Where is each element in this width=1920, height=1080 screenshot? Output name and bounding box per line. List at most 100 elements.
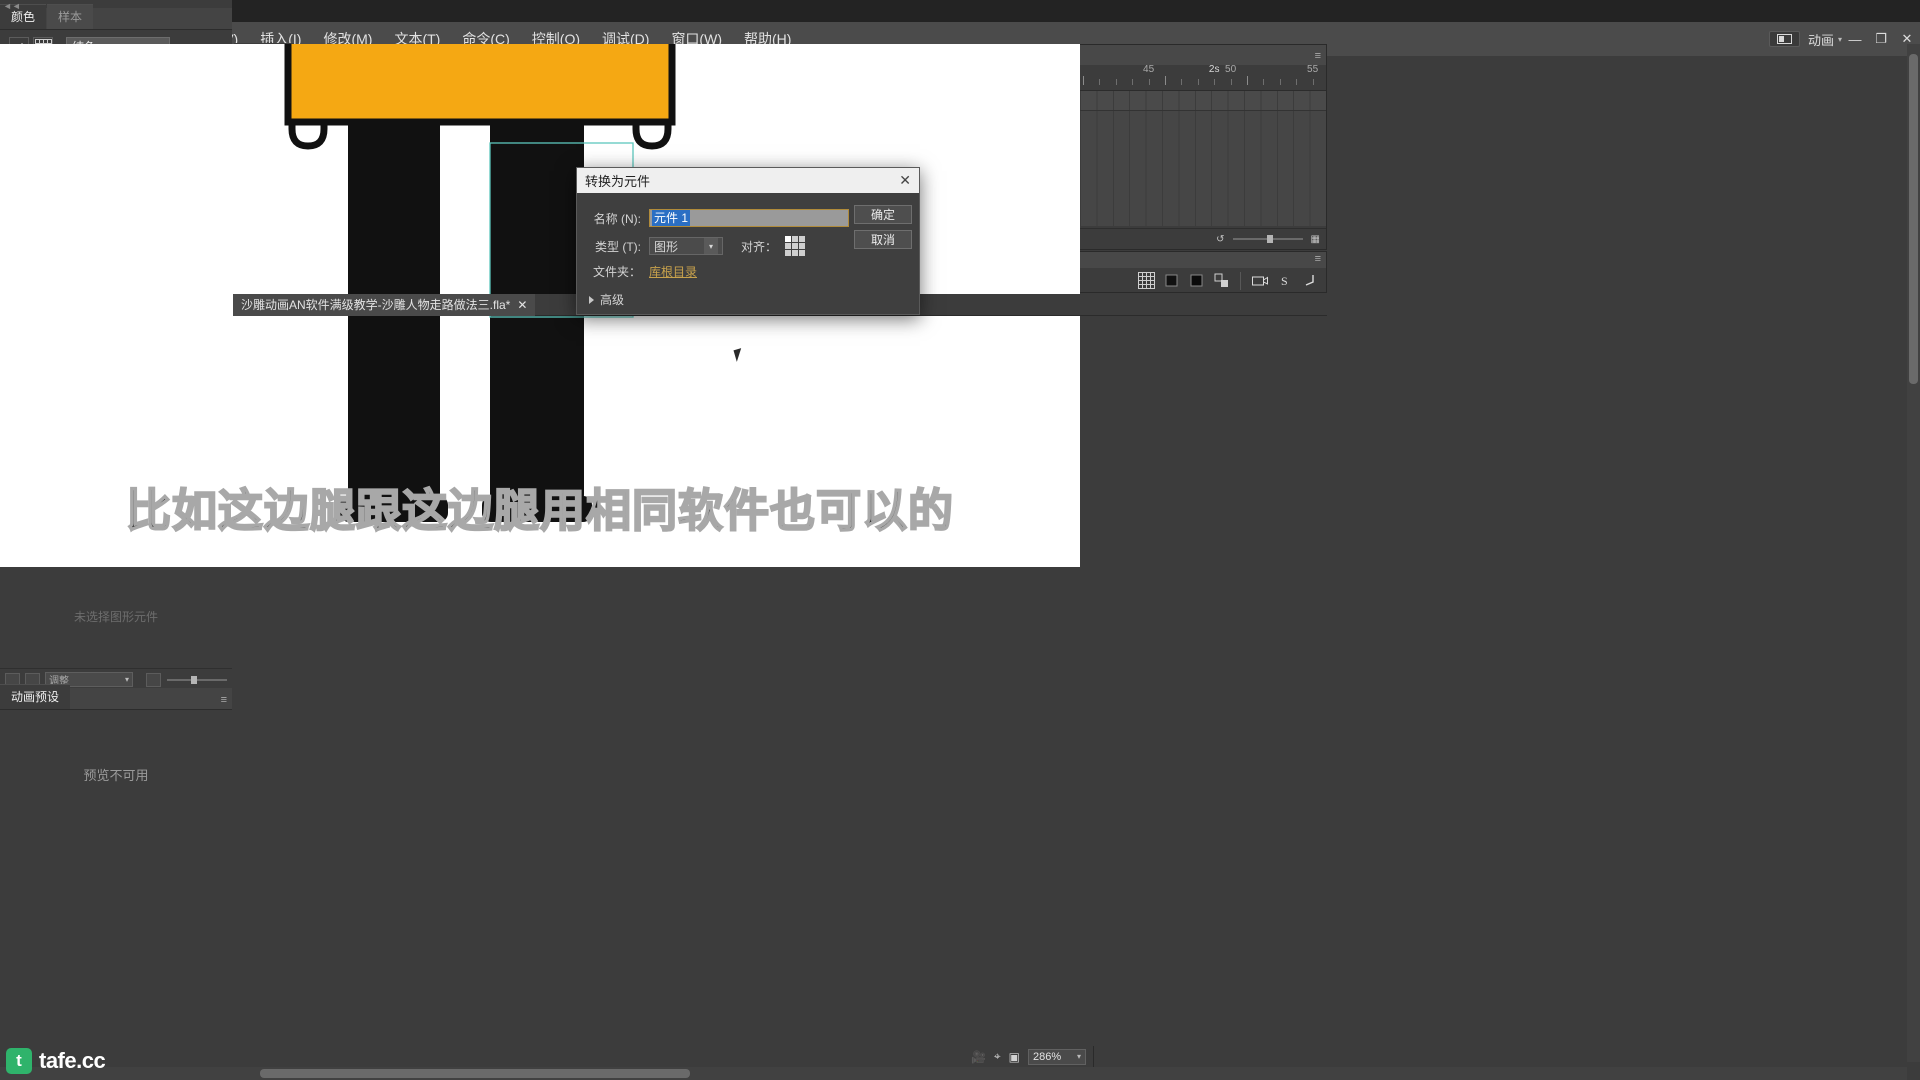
dialog-registration-label: 对齐： (741, 239, 778, 254)
ruler-tick (1083, 76, 1084, 85)
watermark-text: tafe.cc (39, 1048, 106, 1073)
ruler-tick (1115, 79, 1117, 85)
tool-camera[interactable] (1248, 270, 1271, 292)
fill-color-icon (1190, 274, 1203, 287)
reg-dot-tl[interactable] (785, 236, 792, 242)
reg-dot-tr[interactable] (799, 236, 806, 242)
dialog-type-label: 类型 (T): (595, 239, 641, 254)
dialog-name-label: 名称 (N): (593, 211, 641, 226)
ruler-tick (1132, 79, 1134, 85)
tool-bone[interactable] (1298, 270, 1321, 292)
motion-presets-panel: 动画预设 ≡ 预览不可用 32 个项目 ▶ 默认预设 (0, 684, 232, 1080)
ruler-number: 45 (1143, 65, 1155, 75)
screen-share-button[interactable] (1768, 31, 1800, 47)
stage-zoom-chevron-icon: ▾ (1076, 1052, 1081, 1061)
swap-colors-tool-icon (1214, 273, 1228, 287)
dialog-type-value: 图形 (654, 239, 679, 254)
frame-picker-zoom-slider[interactable] (167, 675, 227, 684)
stage-zoom-select[interactable]: 286% ▾ (1028, 1048, 1086, 1065)
stage-vertical-scrollbar[interactable] (1907, 44, 1920, 1062)
reg-dot-ml[interactable] (785, 243, 792, 249)
motion-preset-preview: 预览不可用 (83, 767, 149, 783)
frame-picker-size-chevron-icon: ▾ (124, 675, 129, 684)
ruler-tick (1148, 79, 1150, 85)
undo-timeline-icon[interactable]: ↺ (1216, 234, 1224, 245)
frame-size-icon[interactable]: ▦ (1311, 234, 1320, 245)
tool-fill-color[interactable] (1185, 270, 1208, 292)
tool-grid[interactable] (1135, 270, 1158, 292)
grid-tool-icon (1138, 272, 1155, 289)
dialog-name-input[interactable]: 元件 1 (649, 209, 849, 227)
dialog-folder-link[interactable]: 库根目录 (649, 263, 697, 280)
workspace-name[interactable]: 动画 (1808, 30, 1834, 49)
reg-dot-bc[interactable] (792, 250, 799, 256)
dialog-title-bar: 转换为元件 ✕ (577, 168, 919, 193)
document-tab[interactable]: 沙雕动画AN软件满级教学-沙雕人物走路做法三.fla* ✕ (233, 293, 536, 316)
tab-swatches[interactable]: 样本 (47, 4, 94, 29)
ruler-number: 55 (1307, 65, 1319, 75)
tool-shape-s[interactable]: S (1273, 270, 1296, 292)
ruler-tick (1230, 79, 1232, 85)
watermark: t tafe.cc (6, 1048, 106, 1074)
tool-stroke-color[interactable] (1160, 270, 1183, 292)
ruler-tick (1263, 79, 1265, 85)
stage-horizontal-scrollbar[interactable] (0, 1067, 1907, 1080)
ruler-second-label: 2s (1206, 65, 1222, 75)
minimize-button[interactable]: — (1842, 22, 1868, 56)
convert-to-symbol-dialog[interactable]: 转换为元件 ✕ 名称 (N): 元件 1 类型 (T): 图形 ▾ 对齐： 文件… (576, 167, 920, 315)
reg-dot-mr[interactable] (799, 243, 806, 249)
video-caption: 比如这边腿跟这边腿用相同软件也可以的 (125, 483, 954, 538)
dialog-name-row: 名称 (N): 元件 1 (589, 209, 849, 227)
ruler-tick (1247, 76, 1248, 85)
dialog-folder-label: 文件夹： (592, 265, 641, 279)
stroke-color-icon (1165, 274, 1178, 287)
camera-icon (1251, 276, 1268, 286)
reg-dot-bl[interactable] (785, 250, 792, 256)
dialog-cancel-button[interactable]: 取消 (854, 230, 912, 249)
reg-dot-br[interactable] (799, 250, 806, 256)
document-tab-close-icon[interactable]: ✕ (517, 298, 527, 312)
dialog-registration-grid[interactable] (785, 236, 806, 256)
dialog-type-select[interactable]: 图形 ▾ (649, 237, 723, 255)
ruler-tick (1279, 79, 1281, 85)
screen-icon (1776, 34, 1792, 44)
timeline-menu-icon[interactable]: ≡ (1315, 50, 1321, 65)
ruler-tick (1214, 79, 1216, 85)
tools-panel-menu-icon[interactable]: ≡ (1315, 253, 1321, 268)
dialog-type-chevron-down-icon: ▾ (704, 238, 718, 254)
stage-center-icon[interactable]: ⌖ (994, 1049, 1001, 1064)
reg-dot-tc[interactable] (792, 236, 799, 242)
clip-content-icon[interactable]: ▣ (1009, 1050, 1020, 1064)
frame-picker-zoom-knob[interactable] (191, 675, 197, 684)
document-tab-label: 沙雕动画AN软件满级教学-沙雕人物走路做法三.fla* (241, 298, 511, 312)
motion-presets-menu-icon[interactable]: ≡ (221, 694, 227, 709)
panel-drag-handle[interactable]: ◄◄ (3, 1, 21, 11)
tools-right-group: S (1135, 270, 1321, 292)
ruler-tick (1181, 79, 1183, 85)
dialog-title: 转换为元件 (585, 174, 651, 189)
timeline-zoom-knob[interactable] (1266, 235, 1273, 243)
stage-v-scroll-thumb[interactable] (1909, 54, 1918, 384)
stage-h-scroll-thumb[interactable] (260, 1069, 690, 1078)
menu-bar-right: 动画 ▾ — ❐ ✕ (1768, 22, 1920, 56)
dialog-advanced-row[interactable]: 高级 (589, 291, 624, 308)
ruler-tick (1197, 79, 1199, 85)
tab-motion-presets[interactable]: 动画预设 (0, 684, 71, 709)
title-bar (0, 0, 1920, 22)
asset-warp-icon: S (1281, 274, 1288, 288)
svg-text:S: S (1281, 274, 1288, 288)
frame-picker-zoom-out-icon[interactable] (146, 672, 161, 687)
dialog-advanced-triangle-icon[interactable] (589, 295, 594, 304)
color-panel-tabs: 颜色 样本 (0, 4, 232, 30)
ruler-number: 50 (1225, 65, 1237, 75)
dialog-folder-row: 文件夹： 库根目录 (589, 263, 697, 280)
dialog-close-icon[interactable]: ✕ (899, 172, 911, 189)
timeline-zoom-slider[interactable] (1232, 235, 1303, 243)
frame-picker-empty-note: 未选择图形元件 (73, 610, 158, 624)
ruler-tick (1296, 79, 1298, 85)
maximize-button[interactable]: ❐ (1868, 22, 1894, 56)
reg-dot-mc[interactable] (792, 243, 799, 249)
dialog-ok-button[interactable]: 确定 (854, 205, 912, 224)
tool-swap-colors[interactable] (1210, 270, 1233, 292)
camera-toggle-icon[interactable]: 🎥 (971, 1050, 986, 1064)
